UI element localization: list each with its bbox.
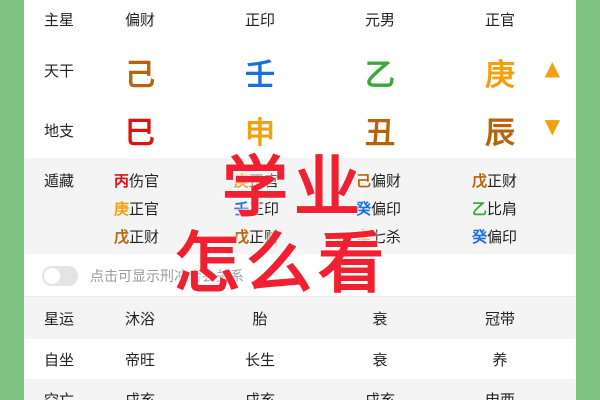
main-star-cell: 元男 bbox=[364, 11, 395, 29]
overlay-title-line2: 怎么看 bbox=[174, 225, 390, 302]
hidden-stem-item: 丙伤官 bbox=[114, 172, 160, 190]
hidden-stem-item: 庚正官 bbox=[114, 200, 160, 218]
heavenly-stems-row: 天干 己 壬 乙 庚 ▲ bbox=[24, 38, 576, 100]
main-star-cell: 正印 bbox=[244, 11, 275, 29]
row-label: 星运 bbox=[44, 310, 75, 328]
row-label: 主星 bbox=[44, 11, 75, 29]
hidden-stem-item: 戊正财 bbox=[472, 172, 518, 190]
self-seat-cell: 衰 bbox=[372, 351, 388, 369]
bazi-chart-panel: 主星 偏财 正印 元男 正官 天干 己 壬 乙 庚 ▲ 地支 巳 申 丑 辰 ▼… bbox=[24, 0, 576, 400]
self-seat-cell: 帝旺 bbox=[124, 351, 155, 369]
row-label: 地支 bbox=[44, 122, 75, 140]
toggle-knob bbox=[44, 268, 60, 284]
stem-char: 壬 bbox=[245, 58, 275, 93]
star-luck-cell: 冠带 bbox=[484, 310, 515, 328]
main-star-cell: 正官 bbox=[484, 11, 515, 29]
row-label: 天干 bbox=[44, 62, 75, 80]
self-seat-cell: 长生 bbox=[244, 351, 275, 369]
branch-char: 巳 bbox=[125, 116, 155, 151]
triangle-up-icon[interactable]: ▲ bbox=[545, 56, 560, 80]
empty-death-cell: 戌亥 bbox=[124, 391, 155, 400]
relations-toggle[interactable] bbox=[42, 266, 78, 286]
self-seat-row: 自坐 帝旺 长生 衰 养 bbox=[24, 339, 576, 379]
stem-char: 庚 bbox=[485, 58, 515, 93]
self-seat-cell: 养 bbox=[492, 351, 508, 369]
star-luck-cell: 衰 bbox=[372, 310, 388, 328]
row-label: 空亡 bbox=[44, 391, 75, 400]
star-luck-cell: 沐浴 bbox=[124, 310, 155, 328]
triangle-down-icon[interactable]: ▼ bbox=[545, 114, 560, 138]
stem-char: 乙 bbox=[365, 58, 395, 93]
hidden-stem-item: 乙比肩 bbox=[472, 200, 518, 218]
empty-death-cell: 戌亥 bbox=[244, 391, 275, 400]
main-star-row: 主星 偏财 正印 元男 正官 bbox=[24, 0, 576, 38]
hidden-stem-item: 癸偏印 bbox=[472, 228, 518, 246]
stem-char: 己 bbox=[125, 58, 155, 93]
star-luck-cell: 胎 bbox=[252, 310, 268, 328]
row-label: 自坐 bbox=[44, 351, 75, 369]
empty-death-row: 空亡 戌亥 戌亥 戌亥 申酉 bbox=[24, 379, 576, 400]
hidden-stem-item: 戊正财 bbox=[114, 228, 160, 246]
main-star-cell: 偏财 bbox=[124, 11, 155, 29]
empty-death-cell: 申酉 bbox=[484, 391, 515, 400]
row-label: 遁藏 bbox=[44, 172, 75, 190]
empty-death-cell: 戌亥 bbox=[364, 391, 395, 400]
branch-char: 辰 bbox=[485, 116, 515, 151]
